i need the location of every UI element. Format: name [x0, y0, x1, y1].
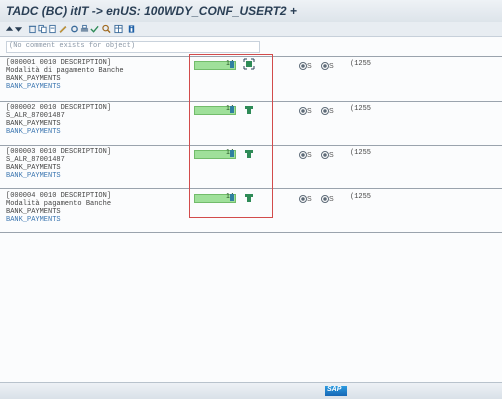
length-value: (1255: [350, 193, 372, 201]
arrow-up-icon[interactable]: [5, 24, 14, 34]
entry-header: [000004 0010 DESCRIPTION]: [6, 192, 112, 200]
radio-option-1[interactable]: S: [299, 62, 312, 70]
delete-icon[interactable]: [28, 24, 37, 34]
entry-header: [000003 0010 DESCRIPTION]: [6, 148, 112, 156]
entry-value: BANK_PAYMENTS: [6, 208, 61, 216]
edit-icon[interactable]: [58, 24, 67, 34]
radio-option-1[interactable]: S: [299, 195, 312, 203]
radio-dot-icon: [299, 62, 307, 70]
radio-option-1[interactable]: S: [299, 151, 312, 159]
entry-description[interactable]: Modalità di pagamento Banche: [6, 67, 124, 75]
radio-option-2[interactable]: S: [321, 107, 334, 115]
radio-dot-icon: [299, 151, 307, 159]
entry-description[interactable]: S_ALR_87001487: [6, 156, 65, 164]
entry-translation[interactable]: BANK_PAYMENTS: [6, 83, 61, 91]
radio-dot-icon: [299, 107, 307, 115]
radio-dot-icon: [321, 62, 329, 70]
entry-value: BANK_PAYMENTS: [6, 120, 61, 128]
separator: [0, 232, 502, 233]
settings-icon[interactable]: [70, 24, 79, 34]
radio-option-2[interactable]: S: [321, 151, 334, 159]
check-icon[interactable]: [90, 24, 99, 34]
radio-option-2[interactable]: S: [321, 195, 334, 203]
entry-translation[interactable]: BANK_PAYMENTS: [6, 172, 61, 180]
document-icon[interactable]: [48, 24, 57, 34]
entry-translation[interactable]: BANK_PAYMENTS: [6, 128, 61, 136]
find-icon[interactable]: [102, 24, 111, 34]
entry-header: [000002 0010 DESCRIPTION]: [6, 104, 112, 112]
arrow-down-icon[interactable]: [14, 24, 23, 34]
entry-header: [000001 0010 DESCRIPTION]: [6, 59, 112, 67]
entry-translation[interactable]: BANK_PAYMENTS: [6, 216, 61, 224]
radio-dot-icon: [299, 195, 307, 203]
info-icon[interactable]: [127, 24, 136, 34]
radio-dot-icon: [321, 195, 329, 203]
print-icon[interactable]: [80, 24, 89, 34]
comment-hint: (No comment exists for object): [6, 41, 260, 53]
length-value: (1255: [350, 105, 372, 113]
copy-icon[interactable]: [38, 24, 47, 34]
window-title: TADC (BC) itIT -> enUS: 100WDY_CONF_USER…: [6, 4, 297, 18]
radio-dot-icon: [321, 107, 329, 115]
toolbar: [0, 22, 502, 37]
entry-value: BANK_PAYMENTS: [6, 75, 61, 83]
title-bar: TADC (BC) itIT -> enUS: 100WDY_CONF_USER…: [0, 0, 502, 22]
sap-logo: SAP: [325, 386, 347, 396]
entry-description[interactable]: Modalità pagamento Banche: [6, 200, 111, 208]
radio-option-2[interactable]: S: [321, 62, 334, 70]
radio-dot-icon: [321, 151, 329, 159]
status-bar: SAP: [0, 382, 502, 399]
highlight-box: [189, 54, 273, 218]
length-value: (1255: [350, 60, 372, 68]
length-value: (1255: [350, 149, 372, 157]
table-icon[interactable]: [114, 24, 123, 34]
entry-value: BANK_PAYMENTS: [6, 164, 61, 172]
entry-description[interactable]: S_ALR_87001487: [6, 112, 65, 120]
radio-option-1[interactable]: S: [299, 107, 312, 115]
